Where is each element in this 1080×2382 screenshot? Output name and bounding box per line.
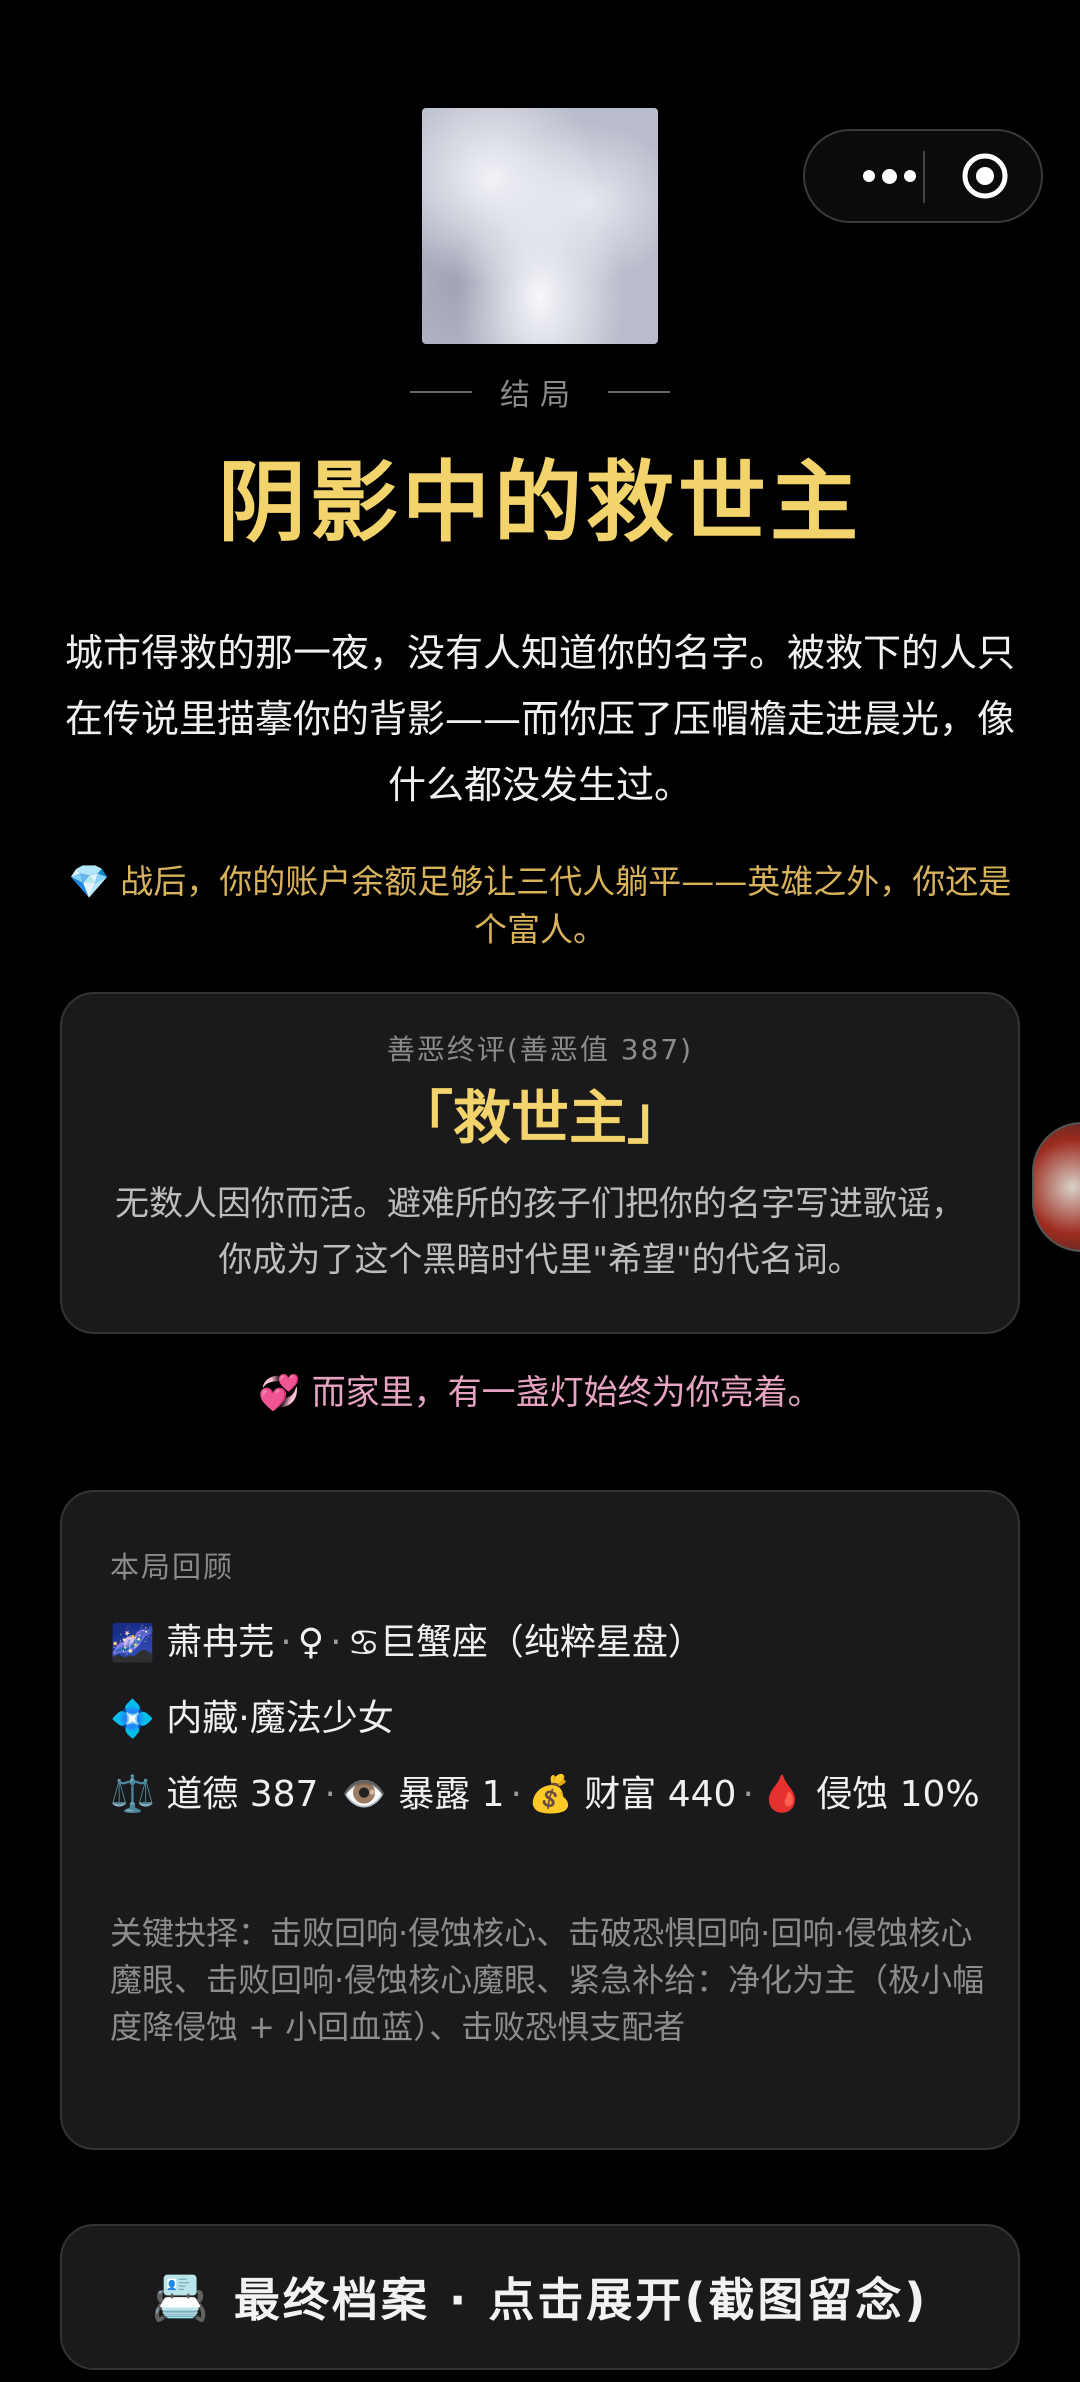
hidden-trait-row: 💠 内藏·魔法少女: [110, 1690, 980, 1749]
home-text: 而家里，有一盏灯始终为你亮着。: [311, 1373, 822, 1413]
zodiac-text: 巨蟹座（纯粹星盘）: [379, 1622, 704, 1663]
player-info-row: 🌌 萧冉芫 · ♀ · ♋巨蟹座（纯粹星盘）: [110, 1614, 980, 1673]
ending-story: 城市得救的那一夜，没有人知道你的名字。被救下的人只在传说里描摹你的背影——而你压…: [64, 631, 1015, 807]
wealth-text: 战后，你的账户余额足够让三代人躺平——英雄之外，你还是个富人。: [120, 862, 1012, 949]
ending-label-text: 结局: [500, 378, 580, 413]
miniprogram-capsule: [803, 129, 1043, 223]
verdict-subtitle: 善恶终评(善恶值 387): [386, 1033, 694, 1066]
heart-icon: 💞: [258, 1373, 301, 1413]
scale-icon: ⚖️: [110, 1774, 155, 1815]
review-heading: 本局回顾: [110, 1550, 235, 1584]
final-archive-button[interactable]: 📇 最终档案 · 点击展开(截图留念): [60, 2224, 1020, 2370]
divider-left: [410, 391, 472, 393]
review-card: 本局回顾 🌌 萧冉芫 · ♀ · ♋巨蟹座（纯粹星盘） 💠 内藏·魔法少女 ⚖️ 道德 …: [60, 1490, 1020, 2150]
stat-morality: 道德 387: [166, 1774, 319, 1815]
stat-exposure: 暴露 1: [398, 1774, 505, 1815]
ending-label: 结局: [0, 368, 1080, 416]
cancer-sign-icon: ♋: [347, 1623, 380, 1664]
stat-corrosion: 侵蚀 10%: [816, 1774, 980, 1815]
capsule-divider: [923, 151, 925, 203]
verdict-card: 善恶终评(善恶值 387) 「救世主」 无数人因你而活。避难所的孩子们把你的名字…: [60, 992, 1020, 1334]
verdict-name: 「救世主」: [394, 1084, 685, 1152]
ending-title: 阴影中的救世主: [217, 451, 862, 554]
home-note: 💞 而家里，有一盏灯始终为你亮着。: [0, 1368, 1080, 1418]
crystal-icon: 💠: [110, 1699, 155, 1740]
diamond-icon: 💎: [68, 862, 110, 901]
verdict-description: 无数人因你而活。避难所的孩子们把你的名字写进歌谣，你成为了这个黑暗时代里"希望"…: [115, 1184, 965, 1280]
eye-icon: 👁️: [341, 1774, 387, 1815]
blood-drop-icon: 🩸: [759, 1774, 805, 1815]
stat-wealth: 财富 440: [584, 1774, 737, 1815]
key-choices: 关键抉择：击败回响·侵蚀核心、击破恐惧回响·回响·侵蚀核心魔眼、击败回响·侵蚀核…: [110, 1914, 985, 2046]
hidden-trait-text: 内藏·魔法少女: [166, 1698, 394, 1739]
archive-label: 最终档案 · 点击展开(截图留念): [233, 2273, 929, 2327]
target-circle-icon[interactable]: [960, 151, 1010, 201]
money-bag-icon: 💰: [528, 1774, 573, 1815]
wealth-note: 💎 战后，你的账户余额足够让三代人躺平——英雄之外，你还是个富人。: [64, 858, 1016, 954]
player-name: 萧冉芫: [166, 1622, 275, 1663]
card-index-icon: 📇: [151, 2269, 212, 2324]
ending-cover-image: [422, 108, 658, 344]
divider-right: [608, 391, 670, 393]
floating-assistant-button[interactable]: [1032, 1122, 1080, 1252]
stats-row: ⚖️ 道德 387 · 👁️ 暴露 1 · 💰 财富 440 · 🩸 侵蚀 10%: [110, 1774, 980, 1815]
gender-icon: ♀: [297, 1622, 325, 1663]
galaxy-icon: 🌌: [110, 1623, 155, 1664]
